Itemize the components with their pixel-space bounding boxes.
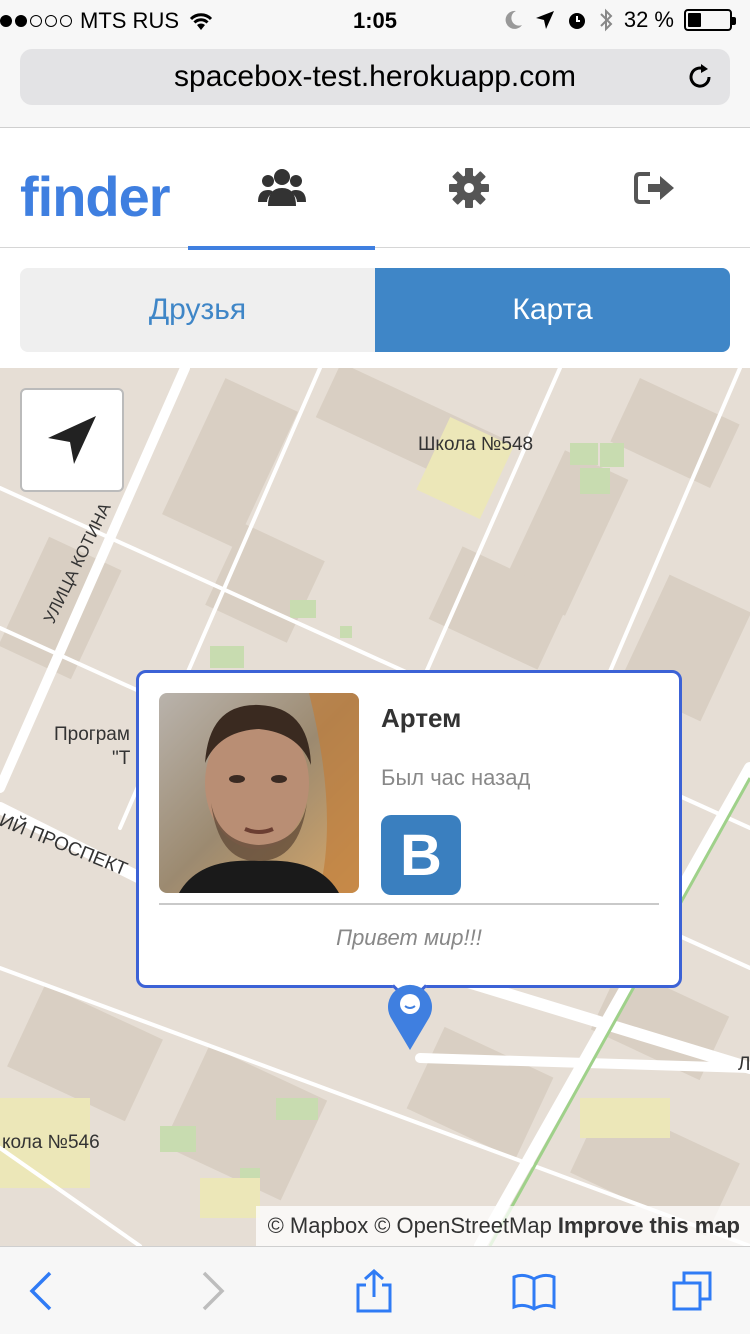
- bookmarks-button[interactable]: [508, 1265, 560, 1317]
- mapbox-link[interactable]: © Mapbox: [268, 1213, 369, 1239]
- friend-last-seen: Был час назад: [381, 765, 531, 790]
- battery-icon: [684, 9, 736, 31]
- vk-icon: B: [400, 822, 442, 888]
- bookmarks-icon: [512, 1273, 556, 1311]
- improve-map-link[interactable]: Improve this map: [558, 1213, 740, 1239]
- alarm-icon: [568, 13, 585, 29]
- view-switcher: Друзья Карта: [20, 268, 730, 352]
- friend-popup[interactable]: Артем Был час назад B Привет мир!!!: [136, 670, 682, 988]
- avatar: [159, 693, 359, 893]
- bluetooth-icon: [600, 8, 613, 32]
- tab-logout[interactable]: [562, 128, 749, 248]
- status-right: 32 %: [504, 7, 736, 33]
- vk-profile-button[interactable]: B: [381, 815, 461, 895]
- friend-name: Артем: [381, 703, 462, 733]
- forward-icon: [202, 1271, 225, 1311]
- url-text: spacebox-test.herokuapp.com: [174, 60, 576, 93]
- back-icon: [29, 1271, 52, 1311]
- map-view[interactable]: Школа №548 УЛИЦА КОТИНА Програм "Т ИЙ ПР…: [0, 368, 750, 1246]
- segment-map[interactable]: Карта: [375, 268, 730, 352]
- moon-icon: [505, 10, 522, 29]
- location-arrow-icon: [535, 11, 554, 29]
- tabs-icon: [672, 1271, 712, 1311]
- friend-message: Привет мир!!!: [336, 925, 482, 950]
- friends-icon: [257, 169, 306, 206]
- share-button[interactable]: [348, 1265, 400, 1317]
- browser-toolbar: [0, 1246, 750, 1334]
- status-bar: MTS RUS 1:05 32 %: [0, 0, 750, 40]
- forward-button[interactable]: [184, 1265, 236, 1317]
- gear-icon: [448, 168, 489, 208]
- address-bar[interactable]: spacebox-test.herokuapp.com: [20, 49, 730, 105]
- finder-logo[interactable]: finder: [20, 164, 171, 229]
- tab-settings[interactable]: [375, 128, 562, 248]
- segment-friends[interactable]: Друзья: [20, 268, 375, 352]
- map-attribution: © Mapbox © OpenStreetMap Improve this ma…: [255, 1206, 750, 1246]
- back-button[interactable]: [18, 1265, 70, 1317]
- browser-chrome: spacebox-test.herokuapp.com: [0, 40, 750, 128]
- tabs-button[interactable]: [666, 1265, 718, 1317]
- map-label-program: Програм: [54, 724, 130, 745]
- app-navbar: finder: [0, 128, 750, 250]
- popup-divider: [159, 903, 659, 905]
- tab-friends[interactable]: [188, 128, 375, 250]
- battery-percent: 32 %: [623, 7, 674, 32]
- map-label-street-right: Л: [738, 1054, 750, 1075]
- osm-link[interactable]: © OpenStreetMap: [374, 1213, 552, 1239]
- locate-me-button[interactable]: [20, 388, 124, 492]
- share-icon: [356, 1269, 392, 1313]
- location-arrow-icon: [48, 416, 96, 464]
- map-label-program-quote: "Т: [112, 748, 131, 769]
- map-pin-icon[interactable]: [385, 980, 435, 1052]
- map-label-school-546: кола №546: [2, 1132, 100, 1153]
- map-label-school-548: Школа №548: [418, 434, 534, 455]
- reload-icon[interactable]: [684, 61, 716, 93]
- logout-icon: [633, 172, 674, 204]
